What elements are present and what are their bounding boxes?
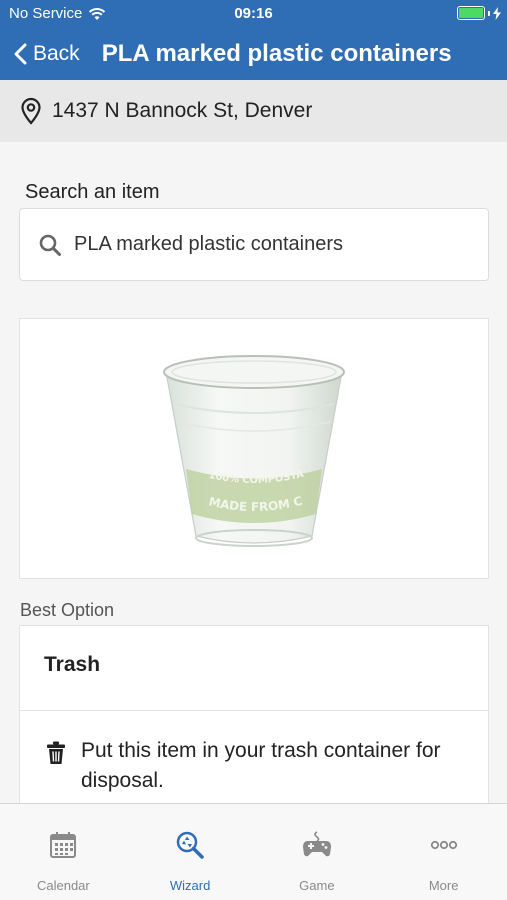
tab-calendar[interactable]: Calendar <box>0 804 127 900</box>
location-bar[interactable]: 1437 N Bannock St, Denver <box>0 80 507 142</box>
tab-wizard[interactable]: Wizard <box>127 804 254 900</box>
best-option-label: Best Option <box>20 600 115 620</box>
tab-bar: Calendar Wizard Game More <box>0 803 507 900</box>
calendar-icon <box>50 832 77 858</box>
status-time: 09:16 <box>234 5 273 22</box>
compostable-cup-image: 100% COMPOSTABLE MADE FROM CORN <box>154 344 345 547</box>
option-divider <box>20 710 488 711</box>
trash-can-icon <box>47 741 65 764</box>
search-input[interactable] <box>74 233 454 256</box>
location-address: 1437 N Bannock St, Denver <box>52 99 313 122</box>
tab-more[interactable]: More <box>380 804 507 900</box>
battery-level-fill <box>459 8 483 18</box>
more-dots-icon <box>430 840 457 850</box>
charging-bolt-icon <box>493 6 501 20</box>
gamepad-icon <box>302 831 331 857</box>
search-label: Search an item <box>25 181 160 203</box>
tab-label-calendar: Calendar <box>36 878 90 893</box>
back-button[interactable]: Back <box>14 42 80 66</box>
tab-label-wizard: Wizard <box>169 878 211 893</box>
tab-label-more: More <box>428 878 459 893</box>
app-header: No Service 09:16 Back PLA marked plastic… <box>0 0 507 80</box>
battery-indicator <box>457 6 501 20</box>
wizard-search-icon <box>176 831 204 859</box>
tab-label-game: Game <box>299 878 335 893</box>
battery-icon <box>457 6 485 20</box>
page-title: PLA marked plastic containers <box>101 40 452 67</box>
disposal-option-card: Trash Put this item in your trash contai… <box>19 625 489 825</box>
disposal-option-title: Trash <box>44 653 101 676</box>
chevron-left-icon <box>14 43 27 65</box>
status-bar: No Service 09:16 <box>0 0 507 28</box>
battery-cap <box>488 10 490 16</box>
search-box[interactable] <box>19 208 489 281</box>
location-pin-icon <box>21 97 41 125</box>
item-image-card: 100% COMPOSTABLE MADE FROM CORN <box>19 318 489 579</box>
disposal-instruction: Put this item in your trash container fo… <box>81 739 441 792</box>
search-icon <box>39 234 61 256</box>
navigation-bar: Back PLA marked plastic containers <box>0 28 507 80</box>
back-label: Back <box>33 42 80 65</box>
tab-game[interactable]: Game <box>254 804 381 900</box>
